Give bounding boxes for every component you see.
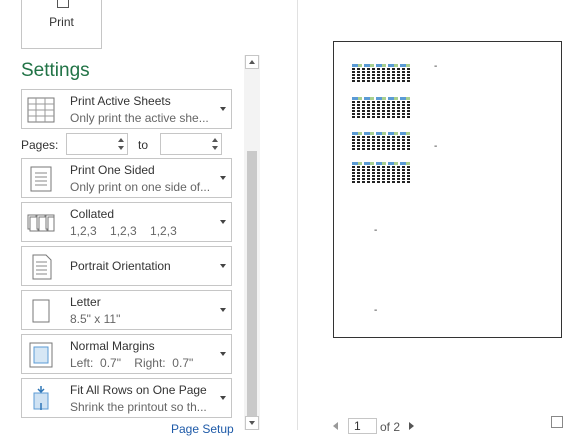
option-title: Fit All Rows on One Page [70,383,207,397]
collated-pages-icon [27,214,55,232]
chevron-down-icon [220,352,226,356]
option-title: Normal Margins [70,339,155,353]
preview-dash: - [434,61,438,72]
settings-panel: Print Settings Print Active Sheets Only … [0,0,297,436]
portrait-page-icon [32,254,52,280]
spin-up-icon[interactable] [212,138,218,142]
preview-table-thumbnail [352,97,410,127]
chevron-down-icon [220,176,226,180]
current-page-input[interactable]: 1 [348,418,377,434]
orientation-dropdown[interactable]: Portrait Orientation [21,246,232,286]
settings-scrollbar[interactable] [244,55,260,430]
option-title: Portrait Orientation [70,259,171,273]
print-button[interactable]: Print [21,0,102,49]
paper-size-icon [32,299,50,323]
margins-dropdown[interactable]: Normal Margins Left: 0.7" Right: 0.7" [21,334,232,374]
next-page-icon[interactable] [409,422,414,430]
preview-dash: - [374,305,378,316]
preview-dash: - [374,225,378,236]
scroll-down-icon[interactable] [245,416,259,430]
spin-down-icon[interactable] [212,146,218,150]
option-title: Letter [70,295,101,309]
preview-navigation: 1 of 2 [333,416,567,434]
chevron-down-icon [220,396,226,400]
pages-to-spinner[interactable] [160,133,222,155]
option-subtitle: Left: 0.7" Right: 0.7" [70,356,194,370]
sheets-icon [27,97,55,123]
option-title: Print One Sided [70,163,155,177]
preview-table-thumbnail [352,162,410,192]
option-subtitle: Only print the active she... [70,111,209,125]
option-subtitle: Only print on one side of... [70,180,211,194]
chevron-down-icon [220,220,226,224]
preview-table-thumbnail [352,132,410,162]
scroll-up-icon[interactable] [245,55,259,69]
preview-table-thumbnail [352,64,410,94]
chevron-down-icon [220,308,226,312]
preview-dash: - [434,141,438,152]
margins-icon [29,342,53,368]
paper-size-dropdown[interactable]: Letter 8.5" x 11" [21,290,232,330]
pages-from-spinner[interactable] [66,133,128,155]
spin-up-icon[interactable] [118,138,124,142]
print-preview-page: - - - - [333,41,562,338]
print-what-dropdown[interactable]: Print Active Sheets Only print the activ… [21,89,232,129]
pages-to-label: to [138,138,149,152]
option-title: Collated [70,207,115,221]
sides-dropdown[interactable]: Print One Sided Only print on one side o… [21,158,232,198]
printer-icon [57,0,69,8]
print-button-label: Print [49,15,74,29]
settings-title: Settings [21,60,90,81]
panel-divider [297,0,298,430]
spin-down-icon[interactable] [118,146,124,150]
scaling-dropdown[interactable]: Fit All Rows on One Page Shrink the prin… [21,378,232,418]
option-title: Print Active Sheets [70,94,171,108]
page-setup-link[interactable]: Page Setup [171,422,234,436]
one-sided-page-icon [30,166,52,192]
option-subtitle: 1,2,3 1,2,3 1,2,3 [70,224,177,238]
page-count-text: of 2 [380,420,401,434]
pages-range: Pages: to [21,133,232,155]
pages-label: Pages: [21,138,59,152]
fit-rows-icon [33,386,49,410]
option-subtitle: Shrink the printout so th... [70,400,207,414]
zoom-to-page-icon[interactable] [551,416,563,428]
previous-page-icon[interactable] [333,422,338,430]
chevron-down-icon [220,107,226,111]
option-subtitle: 8.5" x 11" [70,312,121,326]
collation-dropdown[interactable]: Collated 1,2,3 1,2,3 1,2,3 [21,202,232,242]
scrollbar-thumb[interactable] [247,151,257,426]
chevron-down-icon [220,264,226,268]
